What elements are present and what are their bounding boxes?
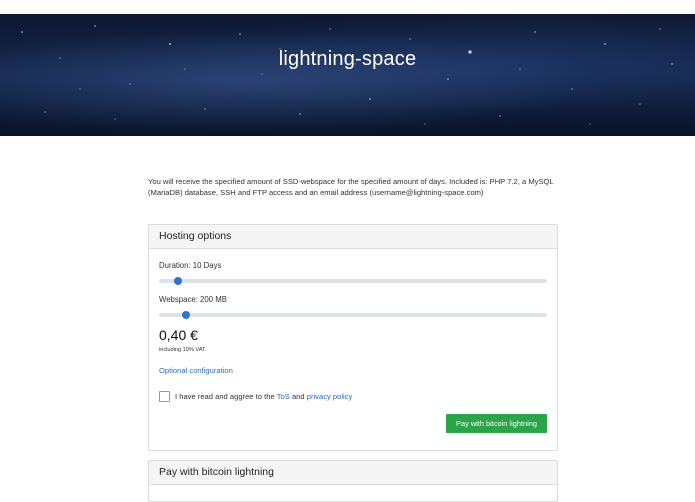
tos-text-middle: and <box>289 392 307 401</box>
duration-label: Duration: 10 Days <box>159 261 222 270</box>
duration-slider-handle[interactable] <box>174 276 183 285</box>
webspace-slider[interactable] <box>159 310 547 319</box>
vat-note: including 19% VAT <box>159 347 206 353</box>
pay-section-header: Pay with bitcoin lightning <box>149 461 557 485</box>
privacy-policy-link[interactable]: privacy policy <box>307 392 353 401</box>
intro-text: You will receive the specified amount of… <box>148 177 554 197</box>
tos-link[interactable]: ToS <box>277 392 290 401</box>
webspace-slider-handle[interactable] <box>181 310 190 319</box>
webspace-label: Webspace: 200 MB <box>159 295 227 304</box>
starfield-background <box>21 25 673 125</box>
optional-configuration-link[interactable]: Optional configuration <box>159 366 233 375</box>
duration-slider[interactable] <box>159 276 547 285</box>
pay-section-card: Pay with bitcoin lightning <box>148 460 558 502</box>
pay-with-bitcoin-lightning-button[interactable]: Pay with bitcoin lightning <box>446 414 547 433</box>
tos-agreement: I have read and aggree to the ToS and pr… <box>159 391 352 402</box>
tos-checkbox[interactable] <box>159 391 170 402</box>
tos-text-prefix: I have read and aggree to the <box>175 392 277 401</box>
hosting-options-card: Hosting options Duration: 10 Days Webspa… <box>148 224 558 451</box>
site-title: lightning-space <box>278 48 417 70</box>
price-value: 0,40 € <box>159 327 198 343</box>
hosting-options-header: Hosting options <box>149 225 557 249</box>
hero-banner: lightning-space <box>0 14 695 136</box>
